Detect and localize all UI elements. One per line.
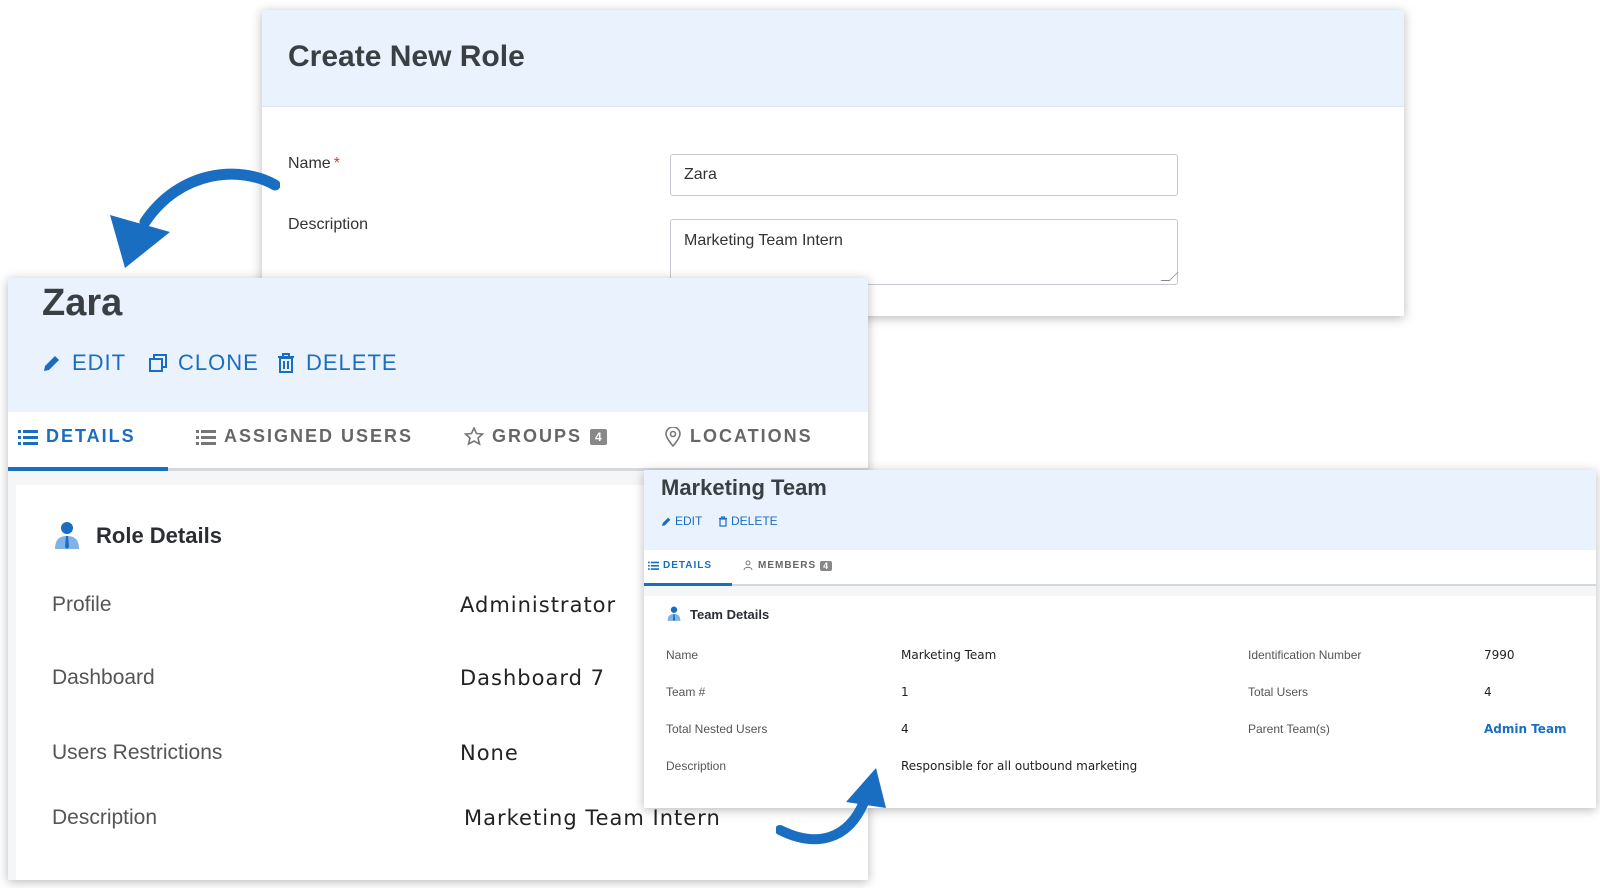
copy-icon xyxy=(149,354,167,372)
dashboard-label: Dashboard xyxy=(52,666,155,689)
page-title: Create New Role xyxy=(288,40,525,73)
list-icon xyxy=(18,429,38,445)
edit-button[interactable]: EDIT xyxy=(42,350,126,376)
user-role-icon xyxy=(55,522,79,549)
profile-value: Administrator xyxy=(460,593,617,617)
tab-assigned-users[interactable]: ASSIGNED USERS xyxy=(196,426,413,447)
nested-users-label: Total Nested Users xyxy=(666,722,768,736)
users-restrictions-value: None xyxy=(460,741,519,765)
parent-team-link[interactable]: Admin Team xyxy=(1484,722,1567,736)
team-header: Marketing Team EDIT DELETE xyxy=(644,470,1596,550)
groups-count-badge: 4 xyxy=(590,428,607,445)
description-label: Description xyxy=(52,806,158,829)
create-role-header: Create New Role xyxy=(262,10,1404,107)
trash-icon xyxy=(719,515,727,527)
profile-label: Profile xyxy=(52,593,112,616)
description-label: Description xyxy=(288,216,369,233)
badge-star-icon xyxy=(464,426,484,446)
role-title: Zara xyxy=(42,282,123,324)
description-field[interactable]: Marketing Team Intern xyxy=(670,219,1179,285)
list-icon xyxy=(648,561,659,570)
team-detail-panel: Marketing Team EDIT DELETE DETAILS MEMBE… xyxy=(644,470,1596,808)
parent-team-label: Parent Team(s) xyxy=(1248,722,1330,736)
id-number-label: Identification Number xyxy=(1248,648,1362,662)
team-title: Marketing Team xyxy=(661,475,827,500)
nested-users-value: 4 xyxy=(901,722,909,736)
team-name-value: Marketing Team xyxy=(901,648,997,662)
role-details-heading: Role Details xyxy=(52,521,222,551)
user-role-icon xyxy=(667,606,681,621)
curved-arrow-icon xyxy=(776,768,886,845)
team-edit-button[interactable]: EDIT xyxy=(661,514,702,528)
team-number-value: 1 xyxy=(901,685,909,699)
tab-groups[interactable]: GROUPS 4 xyxy=(464,426,607,447)
pencil-icon xyxy=(662,517,671,526)
required-mark: * xyxy=(333,155,340,172)
team-tab-members[interactable]: MEMBERS 4 xyxy=(742,560,833,571)
team-delete-button[interactable]: DELETE xyxy=(718,514,778,528)
pencil-icon xyxy=(44,356,59,371)
list-icon xyxy=(196,429,216,445)
id-number-value: 7990 xyxy=(1484,648,1515,662)
team-tab-details[interactable]: DETAILS xyxy=(648,560,712,571)
users-icon xyxy=(743,560,753,571)
role-header: Zara EDIT CLONE DELETE xyxy=(8,278,868,412)
team-description-value: Responsible for all outbound marketing xyxy=(901,759,1138,773)
tab-locations[interactable]: LOCATIONS xyxy=(664,426,813,447)
resize-handle[interactable] xyxy=(1160,272,1179,281)
members-count-badge: 4 xyxy=(820,560,833,571)
clone-button[interactable]: CLONE xyxy=(148,350,259,376)
tab-details[interactable]: DETAILS xyxy=(18,426,136,447)
role-tabs: DETAILS ASSIGNED USERS GROUPS 4 LOCATION… xyxy=(8,412,868,471)
total-users-label: Total Users xyxy=(1248,685,1309,699)
map-pin-icon xyxy=(665,426,681,447)
curved-arrow-icon xyxy=(110,168,280,268)
team-name-label: Name xyxy=(666,648,699,662)
name-field[interactable]: Zara xyxy=(670,154,1178,196)
dashboard-value: Dashboard 7 xyxy=(460,666,605,690)
name-label: Name * xyxy=(288,155,340,172)
trash-icon xyxy=(278,353,294,373)
description-text: Marketing Team Intern xyxy=(684,232,843,249)
delete-button[interactable]: DELETE xyxy=(276,350,398,376)
team-number-label: Team # xyxy=(666,685,706,699)
create-role-panel: Create New Role Name * Zara Description M… xyxy=(262,10,1404,316)
users-restrictions-label: Users Restrictions xyxy=(52,741,223,764)
team-tabs: DETAILS MEMBERS 4 xyxy=(644,550,1596,586)
team-description-label: Description xyxy=(666,759,727,773)
total-users-value: 4 xyxy=(1484,685,1492,699)
team-details-heading: Team Details xyxy=(666,606,769,622)
description-value: Marketing Team Intern xyxy=(464,806,721,830)
